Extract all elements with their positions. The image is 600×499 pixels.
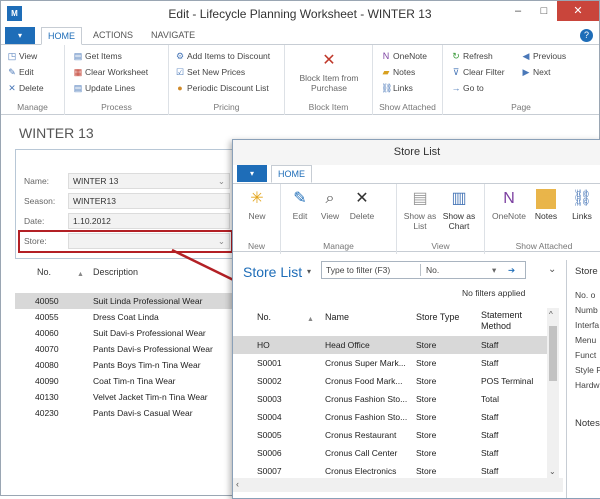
- filter-divider: [420, 264, 421, 276]
- group-label-store-manage: Manage: [323, 241, 354, 251]
- store-links-button[interactable]: ⛓ Links: [565, 189, 599, 221]
- ribbon-group-view: ▤ Show as List ▥ Show as Chart View: [397, 184, 485, 254]
- filter-field-select[interactable]: No.: [426, 262, 439, 278]
- cell-method: Total: [481, 394, 499, 404]
- store-delete-button[interactable]: ✕ Delete: [345, 189, 379, 221]
- factbox-title: Store: [575, 266, 598, 277]
- cell-name: Cronus Fashion Sto...: [325, 412, 408, 422]
- chevron-down-icon[interactable]: ▾: [492, 262, 496, 278]
- scroll-thumb[interactable]: [549, 326, 557, 381]
- filter-input[interactable]: Type to filter (F3): [326, 262, 390, 278]
- cell-method: Staff: [481, 358, 499, 368]
- factbox-field: No. o: [575, 290, 596, 300]
- show-as-chart-button[interactable]: ▥ Show as Chart: [439, 189, 479, 231]
- cell-no: S0006: [257, 448, 282, 458]
- table-row[interactable]: S0006 Cronus Call Center Store Staff: [233, 444, 549, 462]
- table-row[interactable]: S0002 Cronus Food Mark... Store POS Termina…: [233, 372, 549, 390]
- cell-no: S0001: [257, 358, 282, 368]
- column-header-store-no[interactable]: No.: [257, 312, 271, 322]
- cell-method: Staff: [481, 430, 499, 440]
- store-list-tabs: ▾ HOME: [233, 165, 600, 184]
- new-button[interactable]: ✳ New: [239, 189, 275, 221]
- column-header-statement-method[interactable]: Statement Method: [481, 310, 531, 332]
- cell-no: HO: [257, 340, 270, 350]
- cell-name: Cronus Food Mark...: [325, 376, 403, 386]
- vertical-scrollbar[interactable]: ^ ⌄: [547, 308, 559, 478]
- notes-icon: ▰: [536, 189, 556, 209]
- column-header-name[interactable]: Name: [325, 312, 349, 322]
- cell-type: Store: [416, 394, 437, 404]
- links-icon: ⛓: [572, 190, 593, 207]
- cell-method: POS Terminal: [481, 376, 534, 386]
- store-list-heading: Store List: [243, 264, 303, 280]
- table-row[interactable]: S0005 Cronus Restaurant Store Staff: [233, 426, 549, 444]
- cell-no: S0004: [257, 412, 282, 422]
- ribbon-group-store-show-attached: N OneNote ▰ Notes ⛓ Links Show Attached: [485, 184, 600, 254]
- table-row[interactable]: S0001 Cronus Super Mark... Store Staff: [233, 354, 549, 372]
- cell-type: Store: [416, 430, 437, 440]
- edit-icon: ✎: [293, 190, 307, 207]
- cell-no: S0003: [257, 394, 282, 404]
- group-label-view: View: [431, 241, 450, 251]
- scroll-down-icon[interactable]: ⌄: [549, 467, 556, 476]
- cell-method: Staff: [481, 412, 499, 422]
- cell-type: Store: [416, 340, 437, 350]
- filter-box[interactable]: Type to filter (F3) No. ▾ ➔: [321, 261, 526, 279]
- cell-name: Cronus Super Mark...: [325, 358, 406, 368]
- notes-factbox-title: Notes: [575, 418, 600, 429]
- cell-type: Store: [416, 376, 437, 386]
- store-factbox: Store No. o Numb Interfa Menu Funct Style P Ha…: [566, 260, 600, 498]
- group-label-store-show-attached: Show Attached: [515, 241, 573, 251]
- ribbon-group-new: ✳ New New: [233, 184, 281, 254]
- cell-name: Cronus Fashion Sto...: [325, 394, 408, 404]
- cell-type: Store: [416, 358, 437, 368]
- view-icon: ⌕: [325, 190, 335, 207]
- scroll-left-icon[interactable]: ‹: [236, 479, 239, 489]
- chart-icon: ▥: [451, 190, 467, 207]
- list-icon: ▤: [412, 190, 428, 207]
- horizontal-scrollbar[interactable]: ‹: [233, 478, 563, 492]
- factbox-field: Funct: [575, 350, 597, 360]
- list-options-icon[interactable]: ▾: [307, 267, 311, 276]
- store-view-button[interactable]: ⌕ View: [315, 189, 345, 221]
- cell-name: Head Office: [325, 340, 370, 350]
- apply-filter-icon[interactable]: ➔: [508, 262, 515, 278]
- scroll-up-icon[interactable]: ^: [549, 310, 553, 319]
- factbox-field: Numb: [575, 305, 598, 315]
- show-as-list-button[interactable]: ▤ Show as List: [401, 189, 439, 231]
- cell-name: Cronus Restaurant: [325, 430, 397, 440]
- store-list-file-menu[interactable]: ▾: [237, 165, 267, 182]
- ribbon-group-store-manage: ✎ Edit ⌕ View ✕ Delete Manage: [281, 184, 397, 254]
- factbox-field: Menu: [575, 335, 597, 345]
- cell-no: S0002: [257, 376, 282, 386]
- cell-name: Cronus Call Center: [325, 448, 398, 458]
- cell-method: Staff: [481, 340, 499, 350]
- store-list-tab-home[interactable]: HOME: [271, 165, 312, 183]
- store-edit-button[interactable]: ✎ Edit: [285, 189, 315, 221]
- new-icon: ✳: [250, 190, 264, 207]
- factbox-field: Style P: [575, 365, 600, 375]
- store-onenote-button[interactable]: N OneNote: [489, 189, 529, 221]
- sort-icon: ▲: [307, 316, 314, 323]
- store-notes-button[interactable]: ▰ Notes: [529, 189, 563, 221]
- column-header-store-type[interactable]: Store Type: [416, 312, 459, 322]
- factbox-field: Hardw: [575, 380, 600, 390]
- table-row[interactable]: S0004 Cronus Fashion Sto... Store Staff: [233, 408, 549, 426]
- factbox-field: Interfa: [575, 320, 600, 330]
- group-label-new: New: [247, 241, 265, 251]
- cell-method: Staff: [481, 448, 499, 458]
- collapse-filter-icon[interactable]: ⌄: [548, 264, 556, 275]
- no-filters-text: No filters applied: [462, 288, 526, 298]
- delete-icon: ✕: [355, 190, 369, 207]
- table-row[interactable]: HO Head Office Store Staff: [233, 336, 549, 354]
- store-list-ribbon: ✳ New New ✎ Edit ⌕ View ✕ Delete Manage ▤ Sho…: [233, 184, 600, 254]
- onenote-icon: N: [503, 190, 515, 207]
- store-list-title: Store List: [233, 140, 600, 165]
- store-list-window: Store List ▾ HOME ✳ New New ✎ Edit ⌕ View ✕…: [232, 139, 600, 499]
- cell-type: Store: [416, 412, 437, 422]
- table-row[interactable]: S0003 Cronus Fashion Sto... Store Total: [233, 390, 549, 408]
- cell-type: Store: [416, 448, 437, 458]
- cell-no: S0005: [257, 430, 282, 440]
